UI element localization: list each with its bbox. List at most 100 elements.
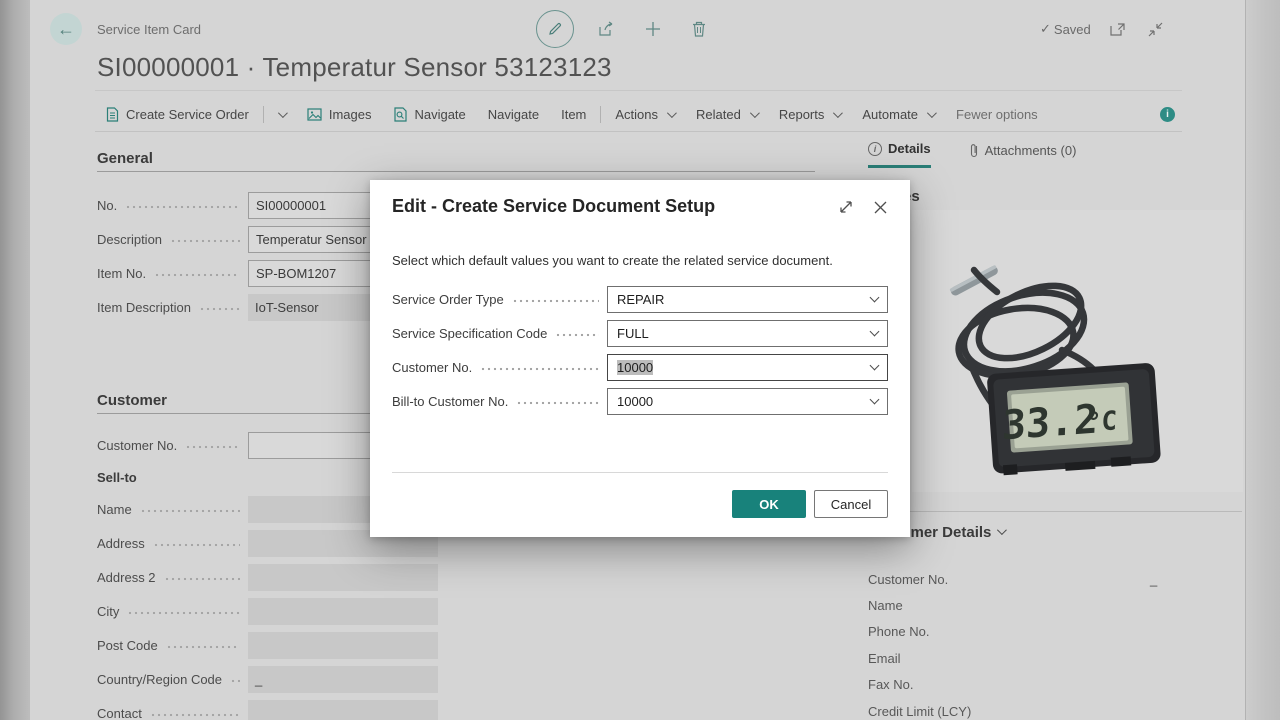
dot-leader: [230, 679, 240, 683]
address-label: Address: [97, 536, 145, 551]
cd-customer-no-value[interactable]: _: [1150, 572, 1157, 587]
back-arrow-icon: ←: [57, 19, 75, 40]
trash-icon: [692, 21, 706, 37]
delete-button[interactable]: [686, 16, 712, 42]
dialog-description: Select which default values you want to …: [392, 253, 833, 268]
post-code-label: Post Code: [97, 638, 158, 653]
dot-leader: [166, 645, 240, 649]
fewer-options-button[interactable]: Fewer options: [945, 97, 1049, 131]
chevron-down-icon: [927, 108, 937, 118]
collapse-button[interactable]: [1145, 18, 1167, 40]
dialog-row-bill-to-customer-no: Bill-to Customer No. 10000: [392, 384, 888, 418]
dot-leader: [512, 299, 599, 303]
factbox-divider: [868, 511, 1242, 512]
description-label: Description: [97, 232, 162, 247]
customer-no-label: Customer No.: [97, 438, 177, 453]
bill-to-customer-no-label: Bill-to Customer No.: [392, 394, 508, 409]
navigate-search-icon: [393, 107, 407, 122]
detail-row-name: Name: [868, 592, 1242, 618]
factbox-tabs: i Details Attachments (0): [868, 141, 1076, 168]
dot-leader: [127, 611, 240, 615]
new-button[interactable]: [640, 16, 666, 42]
cd-fax-no-label: Fax No.: [868, 677, 914, 692]
dialog-row-service-specification-code: Service Specification Code FULL: [392, 316, 888, 350]
open-in-new-window-button[interactable]: [1107, 18, 1129, 40]
navigate-find-button[interactable]: Navigate: [382, 97, 476, 131]
dialog-title: Edit - Create Service Document Setup: [392, 196, 715, 217]
separator: [263, 106, 264, 123]
field-row-contact: Contact: [97, 696, 442, 720]
country-region-code-label: Country/Region Code: [97, 672, 222, 687]
detail-row-credit-limit: Credit Limit (LCY): [868, 698, 1242, 720]
edit-button[interactable]: [536, 10, 574, 48]
actions-label: Actions: [615, 107, 658, 122]
share-button[interactable]: [594, 16, 620, 42]
bill-to-customer-no-value: 10000: [617, 394, 871, 409]
country-region-code-field[interactable]: _: [248, 666, 438, 693]
navigate2-label: Navigate: [488, 107, 539, 122]
ok-button[interactable]: OK: [732, 490, 806, 518]
tab-attachments[interactable]: Attachments (0): [969, 141, 1077, 168]
navigate-menu[interactable]: Navigate: [477, 97, 550, 131]
customer-details-rows: Customer No. _ Name Phone No. Email Fax …: [868, 566, 1242, 720]
info-icon[interactable]: i: [1160, 107, 1175, 122]
back-button[interactable]: ←: [50, 13, 82, 45]
dot-leader: [185, 445, 240, 449]
reports-label: Reports: [779, 107, 825, 122]
contact-field: [248, 700, 438, 720]
lcd-reading: 33.2: [1001, 397, 1099, 450]
cd-name-label: Name: [868, 598, 903, 613]
automate-menu[interactable]: Automate: [851, 97, 945, 131]
dot-leader: [154, 273, 240, 277]
field-row-city: City: [97, 594, 442, 628]
reports-menu[interactable]: Reports: [768, 97, 852, 131]
related-label: Related: [696, 107, 741, 122]
create-service-order-split-chevron[interactable]: [267, 97, 296, 131]
detail-row-fax-no: Fax No.: [868, 672, 1242, 698]
popout-icon: [1110, 23, 1125, 36]
actions-menu[interactable]: Actions: [604, 97, 685, 131]
create-service-order-button[interactable]: Create Service Order: [95, 97, 260, 131]
dot-leader: [516, 401, 599, 405]
details-tab-label: Details: [888, 141, 931, 156]
item-menu[interactable]: Item: [550, 97, 597, 131]
chevron-down-icon: [833, 108, 843, 118]
thermometer-illustration: 33.2 °C: [912, 210, 1243, 492]
general-section-divider: [97, 171, 815, 172]
dialog-expand-button[interactable]: [836, 197, 856, 217]
info-circle-icon: i: [868, 142, 882, 156]
dialog-close-button[interactable]: [870, 197, 890, 217]
create-service-document-setup-dialog: Edit - Create Service Document Setup Sel…: [370, 180, 910, 537]
left-screen-edge: [0, 0, 30, 720]
detail-row-customer-no: Customer No. _: [868, 566, 1242, 592]
dot-leader: [153, 543, 240, 547]
dot-leader: [170, 239, 240, 243]
field-row-country-region-code: Country/Region Code _: [97, 662, 442, 696]
dot-leader: [140, 509, 240, 513]
item-label: Item: [561, 107, 586, 122]
service-order-type-select[interactable]: REPAIR: [607, 286, 888, 313]
chevron-down-icon: [870, 327, 880, 337]
dot-leader: [480, 367, 599, 371]
images-button[interactable]: Images: [296, 97, 383, 131]
field-row-address-2: Address 2: [97, 560, 442, 594]
cd-customer-no-label: Customer No.: [868, 572, 948, 587]
document-icon: [106, 107, 119, 122]
right-scroll-rail[interactable]: [1245, 0, 1280, 720]
dot-leader: [164, 577, 240, 581]
bill-to-customer-no-select[interactable]: 10000: [607, 388, 888, 415]
service-item-image[interactable]: 33.2 °C: [912, 210, 1243, 492]
chevron-down-icon: [667, 108, 677, 118]
tab-details[interactable]: i Details: [868, 141, 931, 168]
dialog-fields: Service Order Type REPAIR Service Specif…: [392, 282, 888, 418]
contact-label: Contact: [97, 706, 142, 720]
general-section-heading: General: [97, 150, 153, 167]
related-menu[interactable]: Related: [685, 97, 768, 131]
cancel-button[interactable]: Cancel: [814, 490, 888, 518]
chevron-down-icon: [997, 525, 1007, 535]
dialog-footer-divider: [392, 472, 888, 473]
chevron-down-icon: [870, 395, 880, 405]
service-specification-code-select[interactable]: FULL: [607, 320, 888, 347]
dialog-customer-no-select[interactable]: 10000: [607, 354, 888, 381]
item-no-label: Item No.: [97, 266, 146, 281]
